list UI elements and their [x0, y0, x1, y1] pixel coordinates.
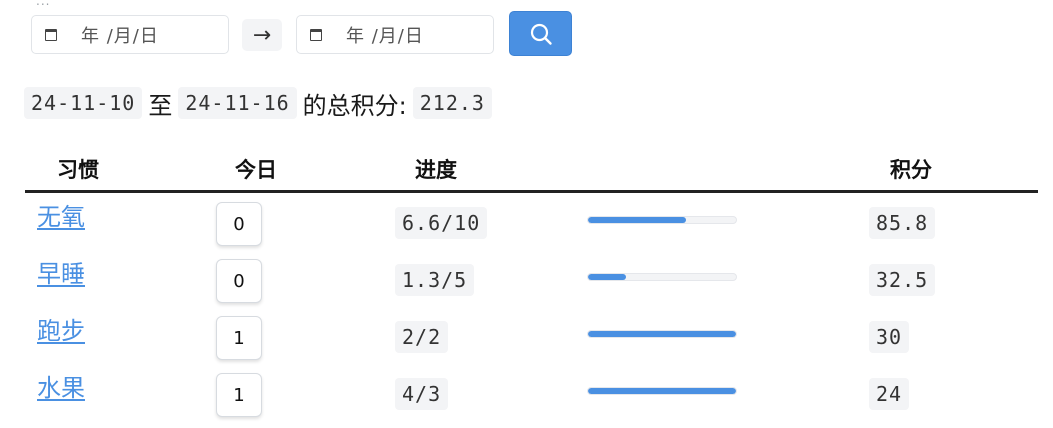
calendar-icon[interactable] — [45, 28, 57, 41]
header-today: 今日 — [235, 158, 277, 182]
overflow-dots: ... — [36, 0, 51, 8]
table-row: 跑步 1 2/2 30 — [25, 308, 1038, 365]
progress-bar-fill — [588, 331, 736, 337]
progress-bar — [587, 330, 737, 338]
habit-link[interactable]: 无氧 — [37, 197, 85, 232]
table-header: 习惯 今日 进度 积分 — [25, 154, 1038, 193]
score-value: 30 — [869, 321, 910, 353]
today-count-input[interactable]: 0 — [216, 259, 262, 303]
end-date-input[interactable]: 年 /月/日 — [296, 15, 494, 54]
summary-label: 的总积分: — [302, 91, 407, 120]
table-row: 水果 1 4/3 24 — [25, 365, 1038, 422]
header-habit: 习惯 — [57, 158, 99, 182]
search-button[interactable] — [509, 11, 572, 56]
start-date-placeholder: 年 /月/日 — [81, 25, 159, 47]
summary-end-date: 24-11-16 — [178, 87, 297, 119]
progress-bar — [587, 216, 737, 224]
score-value: 24 — [869, 378, 910, 410]
end-date-placeholder: 年 /月/日 — [346, 25, 424, 47]
calendar-icon[interactable] — [310, 28, 322, 41]
today-count-input[interactable]: 1 — [216, 316, 262, 360]
header-progress: 进度 — [415, 158, 457, 182]
start-date-input[interactable]: 年 /月/日 — [31, 15, 229, 54]
progress-text: 2/2 — [395, 321, 449, 353]
today-count-input[interactable]: 0 — [216, 202, 262, 246]
table-row: 无氧 0 6.6/10 85.8 — [25, 194, 1038, 251]
summary-start-date: 24-11-10 — [24, 87, 143, 119]
progress-bar-fill — [588, 217, 686, 223]
habit-link[interactable]: 跑步 — [37, 311, 85, 346]
score-value: 32.5 — [869, 264, 936, 296]
summary-connector: 至 — [148, 91, 173, 120]
habit-link[interactable]: 水果 — [37, 368, 85, 403]
progress-bar-fill — [588, 274, 627, 280]
habit-score-page: ... 年 /月/日 → 年 /月/日 24-11-10 至 24-11-16 … — [0, 0, 1053, 428]
today-count-input[interactable]: 1 — [216, 373, 262, 417]
progress-text: 1.3/5 — [395, 264, 475, 296]
summary-total: 212.3 — [412, 87, 492, 119]
range-arrow: → — [242, 19, 282, 51]
score-value: 85.8 — [869, 207, 936, 239]
progress-bar — [587, 273, 737, 281]
progress-bar-fill — [588, 388, 736, 394]
progress-bar — [587, 387, 737, 395]
progress-text: 6.6/10 — [395, 207, 488, 239]
score-summary: 24-11-10 至 24-11-16 的总积分: 212.3 — [24, 86, 492, 120]
table-row: 早睡 0 1.3/5 32.5 — [25, 251, 1038, 308]
habit-link[interactable]: 早睡 — [37, 254, 85, 289]
progress-text: 4/3 — [395, 378, 449, 410]
search-icon — [530, 23, 552, 45]
header-score: 积分 — [890, 158, 932, 182]
